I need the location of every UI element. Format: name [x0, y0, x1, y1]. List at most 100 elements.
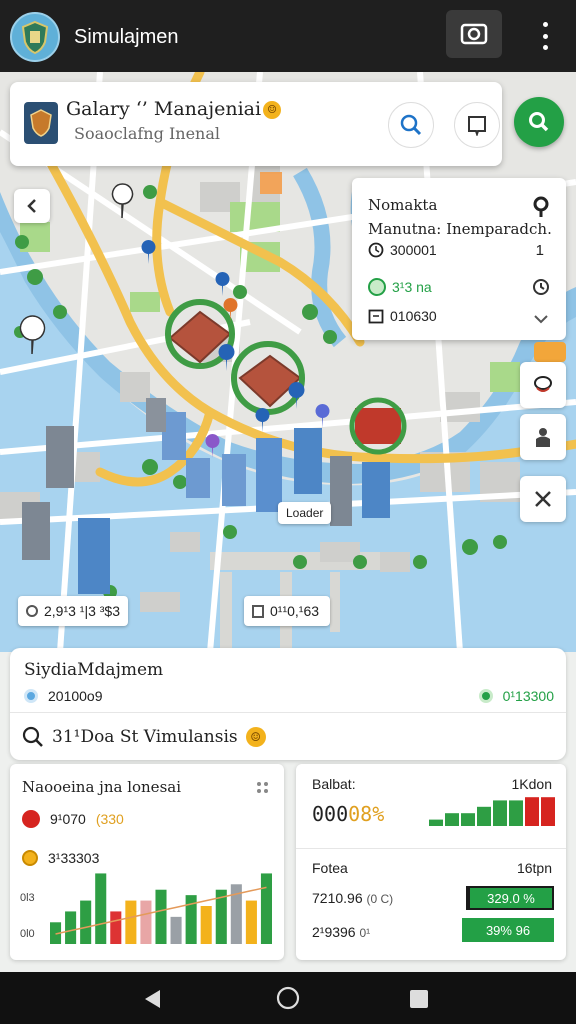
search-title: Galary ‘’ Manajeniai ☺ [66, 98, 282, 120]
info-row-calendar: 010630 [368, 308, 437, 324]
right-value-1b: 08% [348, 802, 385, 826]
search-fab[interactable] [514, 97, 564, 147]
summary-panel[interactable]: SiydiaMdajmem 20100o9 0¹13300 31¹Doa St … [10, 648, 566, 760]
shield-icon [21, 20, 49, 54]
info-row-time: 300001 [368, 242, 437, 258]
chart-bar [65, 911, 77, 944]
progress-badge-2: 39% 96 [462, 918, 554, 942]
summary-title: SiydiaMdajmem [24, 660, 164, 680]
legend1-value: 9¹070 [50, 811, 86, 827]
info-row1-value: 300001 [390, 242, 437, 258]
mini-bar [493, 800, 507, 826]
status-dot-icon [368, 278, 386, 296]
summary-search-row[interactable]: 31¹Doa St Vimulansis ☺ [22, 726, 266, 748]
right-value-1: 00008% [312, 802, 384, 826]
dot-icon [542, 45, 548, 50]
person-button[interactable] [520, 414, 566, 460]
progress-badge-1: 329.0 % [466, 886, 554, 910]
camera-icon [460, 23, 488, 45]
right-value-2-suffix: (0 C) [366, 892, 394, 906]
drag-handle-icon[interactable] [257, 782, 268, 793]
search-subtitle: Soaoclafng Inenal [74, 124, 220, 143]
book-icon [468, 116, 486, 136]
home-circle-icon[interactable] [276, 986, 300, 1010]
right-label-2: Fotea [312, 860, 348, 876]
chart-bar [245, 900, 257, 944]
dot-icon [542, 33, 548, 39]
info-row2-value: 3¹3 na [392, 279, 432, 295]
ytick-top: 0l3 [20, 892, 35, 904]
info-row3-value: 010630 [390, 308, 437, 324]
map-chip-center-text: 0¹¹0,¹63 [270, 603, 320, 619]
layers-button[interactable] [520, 362, 566, 408]
map-marker-badge [534, 342, 566, 362]
map-chip-center[interactable]: 0¹¹0,¹63 [244, 596, 330, 626]
place-info-card[interactable]: Nomakta Manutna: Inemparadch. 300001 1 3… [352, 178, 566, 340]
search-card[interactable]: Galary ‘’ Manajeniai ☺ Soaoclafng Inenal [10, 82, 502, 166]
stats-card-left[interactable]: Naooeina jna lonesai 9¹070 (330 3¹33303 … [10, 764, 284, 960]
right-value-3-suffix: 0¹ [359, 926, 371, 940]
building-label-text: Loader [286, 506, 324, 520]
location-icon [26, 605, 38, 617]
left-legend-2: 3¹33303 [22, 850, 99, 866]
back-button[interactable] [14, 189, 50, 223]
summary-right-value: 0¹13300 [502, 688, 554, 704]
search-icon [529, 112, 549, 132]
mini-bar [525, 797, 539, 826]
right-value-3-main: 2¹9396 [312, 924, 356, 940]
info-row1-right: 1 [535, 242, 544, 259]
mini-bar [509, 800, 523, 826]
mini-bar [541, 797, 555, 826]
layers-icon [534, 376, 552, 392]
info-row-status: 3¹3 na [368, 278, 432, 296]
more-menu-button[interactable] [533, 18, 557, 54]
pin-icon [533, 196, 549, 217]
mini-bar [477, 806, 491, 826]
summary-right-stat: 0¹13300 [478, 688, 554, 704]
bar-chart [50, 873, 272, 944]
dot-icon [542, 22, 548, 27]
divider [296, 848, 566, 849]
search-icon [22, 726, 43, 747]
clock-icon [533, 279, 549, 295]
blue-dot-icon [24, 689, 38, 703]
app-title: Simulajmen [74, 26, 179, 48]
app-bar: Simulajmen [0, 0, 576, 72]
emoji-icon: ☺ [245, 727, 266, 747]
legend1-extra: (330 [95, 811, 124, 827]
chart-bar [95, 873, 107, 944]
system-nav-bar [0, 972, 576, 1024]
stats-card-right[interactable]: Balbat: 1Kdon 00008% Fotea 16tpn 7210.96… [296, 764, 566, 960]
mini-bar-chart [429, 797, 555, 826]
person-icon [536, 428, 550, 447]
divider [10, 712, 566, 713]
map-chip-left-text: 2,9¹3 ¹|3 ³$3 [44, 603, 121, 619]
map-chip-left[interactable]: 2,9¹3 ¹|3 ³$3 [18, 596, 128, 626]
search-title-text: Galary ‘’ Manajeniai [66, 98, 262, 120]
right-label-1: Balbat: [312, 776, 356, 792]
chart-bar [140, 900, 152, 944]
right-value-2: 7210.96 (0 C) [312, 890, 393, 906]
right-meta-1: 1Kdon [511, 776, 552, 792]
chart-bar [110, 911, 122, 944]
info-subtitle: Manutna: Inemparadch. [368, 220, 552, 238]
map-building-label: Loader [278, 502, 332, 524]
mini-bar [461, 813, 475, 826]
tools-button[interactable] [520, 476, 566, 522]
chart-bar [170, 916, 182, 944]
search-icon [400, 114, 422, 136]
calendar-icon [368, 309, 384, 324]
mini-bar [429, 819, 443, 826]
yellow-dot-icon [22, 850, 38, 866]
recents-square-icon[interactable] [408, 988, 430, 1010]
search-button[interactable] [388, 102, 434, 148]
bookmark-button[interactable] [454, 102, 500, 148]
left-card-title: Naooeina jna lonesai [22, 778, 182, 796]
info-title: Nomakta [368, 196, 438, 214]
screenshot-button[interactable] [446, 10, 502, 58]
emoji-icon: ☺ [263, 101, 282, 119]
app-logo[interactable] [10, 12, 60, 62]
chart-bar [125, 900, 137, 944]
chevron-down-icon[interactable] [534, 314, 548, 324]
back-triangle-icon[interactable] [142, 988, 162, 1010]
